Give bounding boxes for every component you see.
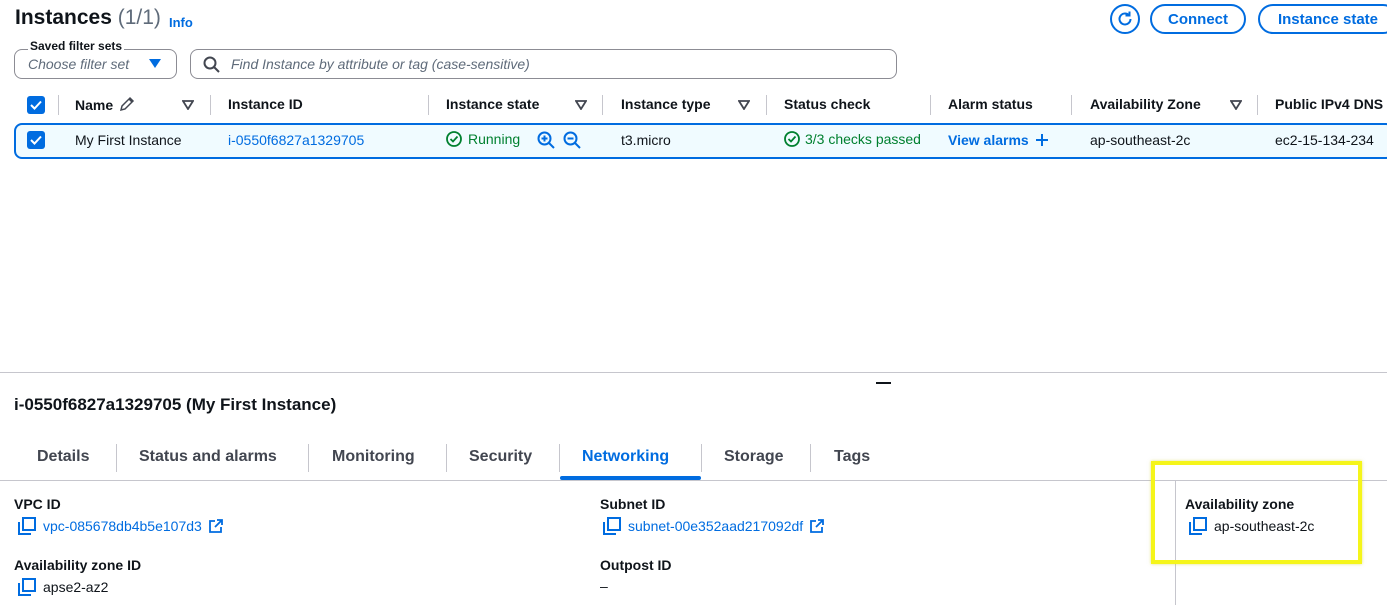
- external-link-icon[interactable]: [810, 519, 825, 533]
- page-title: Instances (1/1): [15, 6, 161, 30]
- sort-caret-name-icon[interactable]: [182, 100, 194, 110]
- column-separator: [1071, 95, 1072, 115]
- column-header-availability-zone[interactable]: Availability Zone: [1090, 96, 1201, 112]
- sort-caret-az-icon[interactable]: [1230, 100, 1242, 110]
- cell-availability-zone: ap-southeast-2c: [1090, 132, 1191, 148]
- column-header-instance-id[interactable]: Instance ID: [228, 96, 303, 112]
- tab-security[interactable]: Security: [469, 448, 532, 466]
- subnet-id-label: Subnet ID: [600, 496, 666, 512]
- page-title-text: Instances: [15, 6, 112, 29]
- column-header-name[interactable]: Name: [75, 96, 135, 113]
- column-separator: [428, 95, 429, 115]
- vpc-id-field: vpc-085678db4b5e107d3: [18, 517, 223, 535]
- column-header-instance-state[interactable]: Instance state: [446, 96, 539, 112]
- column-separator: [58, 95, 59, 115]
- tab-tags[interactable]: Tags: [834, 448, 870, 466]
- sort-caret-state-icon[interactable]: [575, 100, 587, 110]
- column-header-name-label: Name: [75, 97, 114, 113]
- status-check-text: 3/3 checks passed: [805, 131, 921, 147]
- details-pane-title: i-0550f6827a1329705 (My First Instance): [14, 395, 337, 414]
- vpc-id-label: VPC ID: [14, 496, 61, 512]
- cell-public-dns: ec2-15-134-234: [1275, 132, 1374, 148]
- subnet-id-link[interactable]: subnet-00e352aad217092df: [628, 518, 803, 534]
- search-placeholder: Find Instance by attribute or tag (case-…: [231, 56, 530, 72]
- copy-icon[interactable]: [18, 517, 36, 535]
- view-alarms-link[interactable]: View alarms: [948, 132, 1049, 148]
- az-id-field: apse2-az2: [18, 578, 108, 596]
- column-header-alarm-status[interactable]: Alarm status: [948, 96, 1033, 112]
- split-divider: [0, 372, 1387, 373]
- tab-details[interactable]: Details: [37, 448, 89, 466]
- highlight-box: [1151, 461, 1362, 564]
- tab-separator: [810, 444, 811, 472]
- vpc-id-link[interactable]: vpc-085678db4b5e107d3: [43, 518, 202, 534]
- info-link[interactable]: Info: [169, 15, 193, 30]
- saved-filter-sets-label: Saved filter sets: [28, 39, 125, 53]
- select-all-checkbox[interactable]: [27, 96, 45, 114]
- search-input[interactable]: Find Instance by attribute or tag (case-…: [190, 49, 897, 79]
- zoom-out-icon[interactable]: [563, 131, 581, 149]
- column-header-instance-type[interactable]: Instance type: [621, 96, 710, 112]
- success-check-icon: [784, 131, 800, 147]
- saved-filter-select[interactable]: Choose filter set: [14, 49, 177, 79]
- outpost-id-value: –: [600, 578, 608, 594]
- tab-separator: [701, 444, 702, 472]
- tab-status-and-alarms[interactable]: Status and alarms: [139, 448, 277, 466]
- checkmark-icon: [30, 100, 42, 110]
- az-id-value: apse2-az2: [43, 579, 109, 595]
- tab-separator: [559, 444, 560, 472]
- tab-separator: [446, 444, 447, 472]
- refresh-icon: [1118, 11, 1132, 26]
- column-separator: [1257, 95, 1258, 115]
- state-running-text: Running: [468, 131, 521, 147]
- view-alarms-text: View alarms: [948, 132, 1029, 148]
- copy-icon[interactable]: [18, 578, 36, 596]
- checkmark-icon: [30, 135, 42, 145]
- tab-separator: [116, 444, 117, 472]
- tab-storage[interactable]: Storage: [724, 448, 784, 466]
- column-separator: [766, 95, 767, 115]
- az-id-label: Availability zone ID: [14, 557, 142, 573]
- outpost-id-label: Outpost ID: [600, 557, 672, 573]
- column-separator: [930, 95, 931, 115]
- tab-networking[interactable]: Networking: [582, 448, 669, 466]
- cell-status-check: 3/3 checks passed: [784, 131, 930, 147]
- column-header-public-dns[interactable]: Public IPv4 DNS: [1275, 96, 1383, 112]
- edit-pencil-icon: [120, 96, 135, 112]
- cell-instance-type: t3.micro: [621, 132, 671, 148]
- subnet-id-field: subnet-00e352aad217092df: [603, 517, 825, 535]
- tab-monitoring[interactable]: Monitoring: [332, 448, 415, 466]
- search-icon: [203, 56, 220, 73]
- plus-icon: [1035, 134, 1048, 146]
- refresh-button[interactable]: [1110, 4, 1140, 34]
- copy-icon[interactable]: [603, 517, 621, 535]
- zoom-in-icon[interactable]: [537, 131, 555, 149]
- column-separator: [210, 95, 211, 115]
- instance-count: (1/1): [117, 6, 161, 29]
- external-link-icon[interactable]: [208, 519, 223, 533]
- row-checkbox[interactable]: [27, 131, 45, 149]
- cell-instance-state: Running: [446, 131, 520, 147]
- instance-state-button[interactable]: Instance state: [1258, 4, 1387, 34]
- tab-separator: [308, 444, 309, 472]
- column-separator: [602, 95, 603, 115]
- saved-filter-placeholder: Choose filter set: [28, 56, 130, 72]
- cell-name: My First Instance: [75, 132, 182, 148]
- success-check-icon: [446, 131, 462, 147]
- column-header-status-check[interactable]: Status check: [784, 96, 870, 112]
- cell-instance-id-link[interactable]: i-0550f6827a1329705: [228, 132, 364, 148]
- connect-button[interactable]: Connect: [1150, 4, 1246, 34]
- caret-down-icon: [149, 59, 161, 68]
- sort-caret-type-icon[interactable]: [738, 100, 750, 110]
- resize-handle[interactable]: [876, 382, 891, 384]
